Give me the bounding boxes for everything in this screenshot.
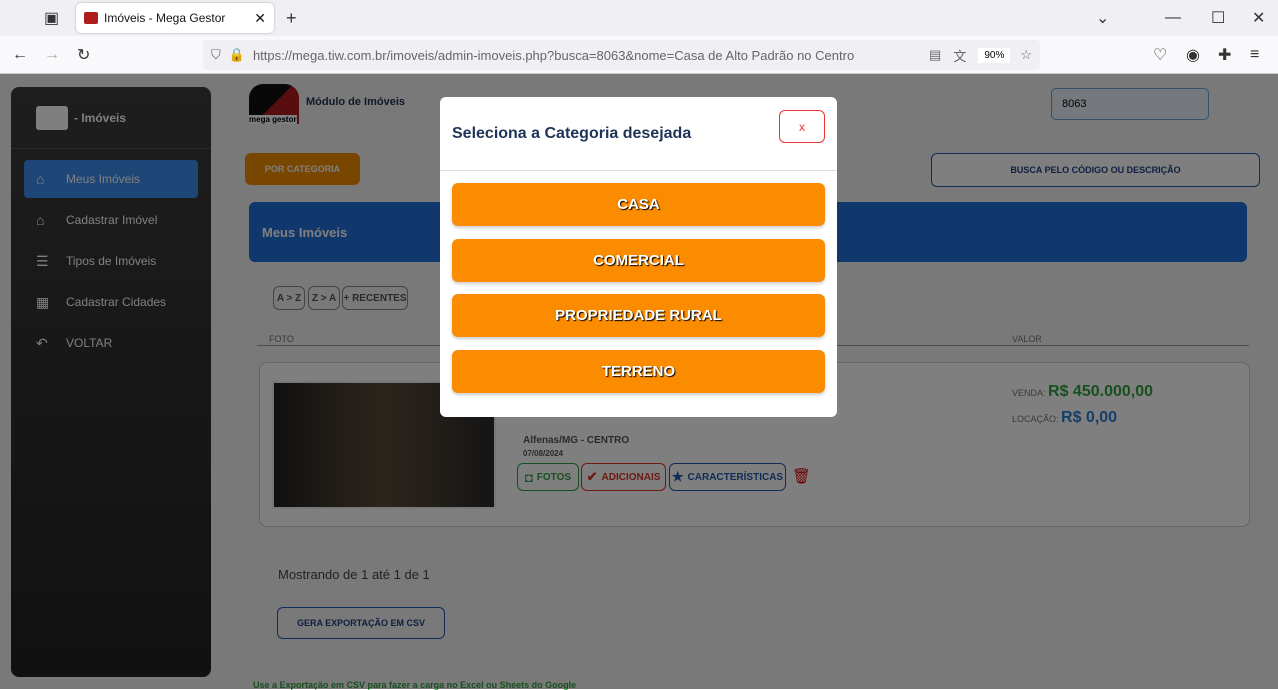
bookmark-star-icon[interactable]: ☆ (1020, 47, 1032, 63)
account-icon[interactable]: ◉ (1186, 45, 1200, 65)
category-casa-button[interactable]: CASA (452, 183, 825, 226)
category-modal: Seleciona a Categoria desejada x CASA CO… (440, 97, 837, 417)
close-button[interactable]: x (779, 110, 825, 143)
lock-icon: 🔒 (228, 47, 245, 62)
favicon-icon (84, 12, 98, 24)
url-text: https://mega.tiw.com.br/imoveis/admin-im… (252, 47, 855, 63)
chevron-down-icon[interactable]: ⌄ (1096, 8, 1109, 28)
tab-list-icon[interactable]: ▣ (44, 8, 59, 28)
nav-bar: ← → ↻ ⛉ 🔒 https://mega.tiw.com.br/imovei… (0, 36, 1278, 74)
extensions-icon[interactable]: ✚ (1218, 45, 1231, 65)
category-comercial-button[interactable]: COMERCIAL (452, 239, 825, 282)
browser-tab[interactable]: Imóveis - Mega Gestor ✕ (76, 3, 274, 33)
back-icon[interactable]: ← (12, 46, 28, 64)
new-tab-icon[interactable]: + (286, 8, 297, 29)
menu-icon[interactable]: ≡ (1250, 46, 1259, 64)
close-window-icon[interactable]: ✕ (1252, 8, 1265, 28)
modal-title: Seleciona a Categoria desejada (452, 125, 692, 142)
pocket-icon[interactable]: ♡ (1153, 45, 1167, 65)
reload-icon[interactable]: ↻ (77, 45, 90, 65)
zoom-level[interactable]: 90% (978, 47, 1011, 63)
tab-bar: ▣ Imóveis - Mega Gestor ✕ + ⌄ — ☐ ✕ (0, 0, 1278, 36)
forward-icon[interactable]: → (44, 46, 60, 64)
close-tab-icon[interactable]: ✕ (254, 10, 266, 27)
minimize-icon[interactable]: — (1165, 9, 1181, 27)
tab-title: Imóveis - Mega Gestor (104, 11, 226, 25)
reader-icon[interactable]: ▤ (929, 47, 941, 63)
shield-icon: ⛉ (211, 47, 221, 62)
url-bar[interactable]: ⛉ 🔒 https://mega.tiw.com.br/imoveis/admi… (203, 40, 1040, 70)
translate-icon[interactable]: 文 (953, 46, 966, 65)
maximize-icon[interactable]: ☐ (1211, 8, 1225, 28)
category-terreno-button[interactable]: TERRENO (452, 350, 825, 393)
category-rural-button[interactable]: PROPRIEDADE RURAL (452, 294, 825, 337)
